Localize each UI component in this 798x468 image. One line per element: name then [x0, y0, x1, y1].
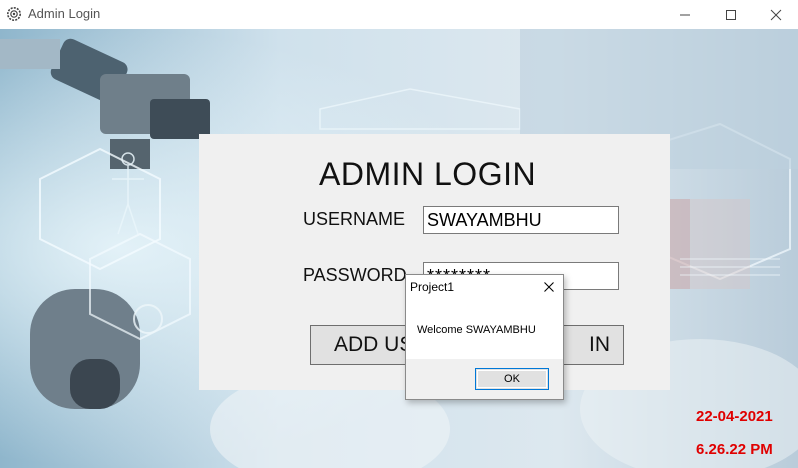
minimize-icon[interactable]: [662, 0, 708, 29]
date-display: 22-04-2021: [696, 408, 773, 425]
username-field[interactable]: SWAYAMBHU: [423, 206, 619, 234]
page-title: ADMIN LOGIN: [319, 156, 537, 192]
title-bar: Admin Login: [0, 0, 798, 29]
dialog-title: Project1: [410, 280, 455, 294]
gear-icon[interactable]: [6, 6, 22, 22]
password-label: PASSWORD: [303, 265, 407, 285]
close-icon[interactable]: [753, 0, 798, 29]
dialog-footer: OK: [406, 359, 563, 399]
dialog-message: Welcome SWAYAMBHU: [417, 324, 536, 336]
message-dialog: Project1 Welcome SWAYAMBHU OK: [405, 274, 564, 400]
close-icon[interactable]: [540, 277, 558, 297]
time-display: 6.26.22 PM: [696, 441, 773, 458]
maximize-icon[interactable]: [708, 0, 754, 29]
window-title: Admin Login: [28, 6, 101, 21]
username-label: USERNAME: [303, 209, 406, 229]
ok-button[interactable]: OK: [475, 368, 549, 390]
